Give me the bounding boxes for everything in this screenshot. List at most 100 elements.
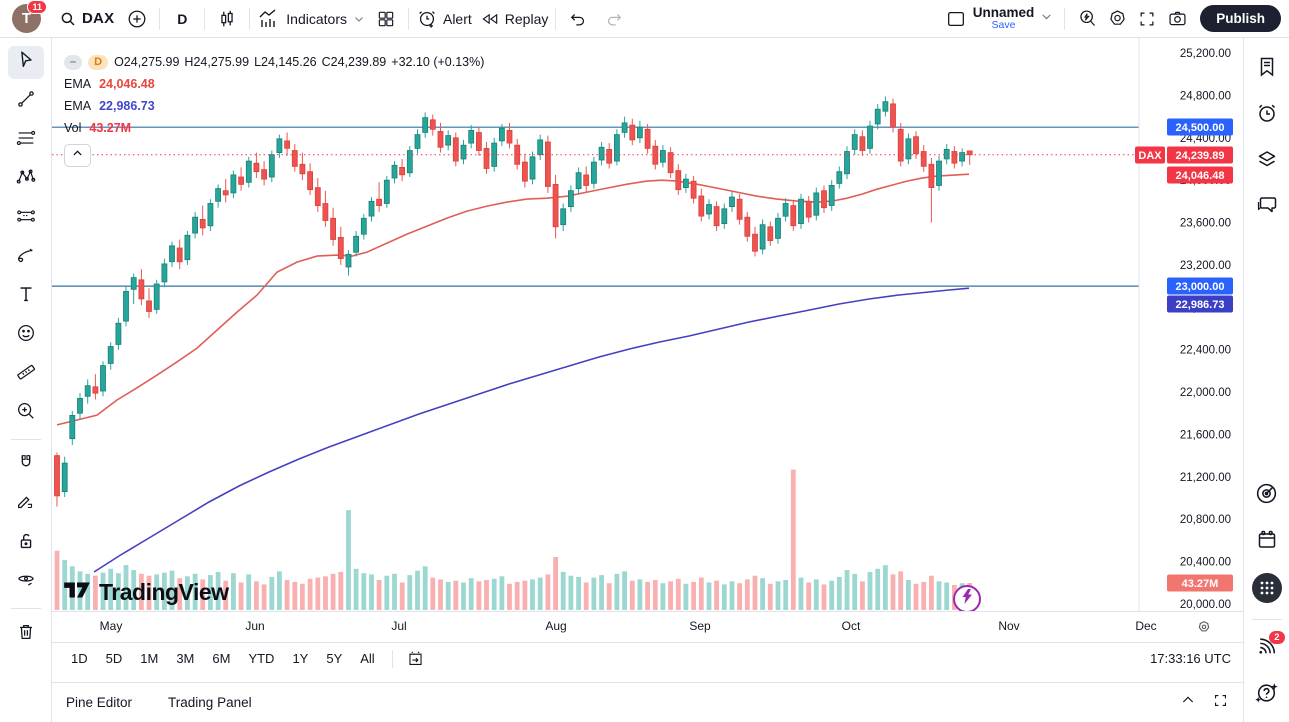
volume-value: 43.27M <box>89 121 131 135</box>
symbol-legend-row[interactable]: – D O24,275.99H24,275.99L24,145.26C24,23… <box>64 51 489 73</box>
scale-settings-icon[interactable] <box>1196 619 1212 640</box>
chart-settings-button[interactable] <box>1102 4 1132 34</box>
layout-select-button[interactable] <box>941 4 971 34</box>
fullscreen-button[interactable] <box>1132 4 1162 34</box>
replay-button[interactable]: Replay <box>480 4 549 34</box>
snapshot-button[interactable] <box>1162 4 1192 34</box>
sidebar-apps[interactable] <box>1248 569 1286 607</box>
tool-text[interactable] <box>8 280 44 313</box>
chart-panel: 25,200.0024,800.0024,400.0024,000.0023,6… <box>52 38 1243 722</box>
trend-line-icon <box>15 88 37 115</box>
range-button-all[interactable]: All <box>351 647 383 670</box>
tab-pine-editor[interactable]: Pine Editor <box>66 689 132 716</box>
go-to-date-icon <box>406 649 425 668</box>
tool-trend-line[interactable] <box>8 85 44 118</box>
time-axis[interactable]: MayJunJulAugSepOctNovDec <box>52 611 1243 642</box>
tool-brush[interactable] <box>8 241 44 274</box>
time-axis-label-dec: Dec <box>1135 619 1156 633</box>
axis-price-label: 43.27M <box>1167 575 1233 592</box>
range-button-1y[interactable]: 1Y <box>283 647 317 670</box>
tool-xabcd-pattern[interactable] <box>8 163 44 196</box>
instant-trading-button[interactable] <box>953 585 981 611</box>
chart-style-button[interactable] <box>212 4 242 34</box>
sidebar-alerts[interactable] <box>1248 96 1286 134</box>
sidebar-help[interactable] <box>1248 676 1286 714</box>
redo-button[interactable] <box>599 4 629 34</box>
tool-zoom-in[interactable] <box>8 397 44 430</box>
broadcast-count-badge: 2 <box>1269 631 1284 644</box>
range-button-3m[interactable]: 3M <box>167 647 203 670</box>
panel-maximize-icon[interactable] <box>1212 692 1229 714</box>
ema-fast-legend-row[interactable]: EMA 24,046.48 <box>64 73 489 95</box>
range-button-1d[interactable]: 1D <box>62 647 97 670</box>
bottom-tabs: Pine Editor Trading Panel <box>66 689 288 716</box>
compare-add-button[interactable] <box>122 4 152 34</box>
collapse-legend-icon <box>71 147 84 165</box>
alert-button[interactable]: Alert <box>416 4 472 34</box>
ema-slow-line[interactable] <box>94 288 969 572</box>
go-to-date-button[interactable] <box>401 647 431 671</box>
interval-button[interactable]: D <box>167 4 197 34</box>
axis-price-label: 24,046.48 <box>1167 167 1233 184</box>
tool-lock-all[interactable] <box>8 527 44 560</box>
panel-collapse-icon[interactable] <box>1180 692 1196 713</box>
collapse-legend-button[interactable] <box>64 144 91 167</box>
text-icon <box>15 283 37 310</box>
tab-trading-panel[interactable]: Trading Panel <box>168 689 252 716</box>
save-link[interactable]: Save <box>992 20 1016 31</box>
divider <box>249 8 250 30</box>
sidebar-watchlist[interactable] <box>1248 50 1286 88</box>
interval-label: D <box>177 11 187 27</box>
range-button-1m[interactable]: 1M <box>131 647 167 670</box>
templates-button[interactable] <box>371 4 401 34</box>
tool-hide-drawings[interactable] <box>8 566 44 599</box>
tool-remove-drawings[interactable] <box>8 618 44 651</box>
tool-measure[interactable] <box>8 358 44 391</box>
range-button-ytd[interactable]: YTD <box>239 647 283 670</box>
divider <box>11 439 41 440</box>
chevron-down-icon[interactable] <box>1040 10 1053 28</box>
quick-search-button[interactable] <box>1072 4 1102 34</box>
symbol-search-button[interactable]: DAX <box>51 4 122 34</box>
range-button-6m[interactable]: 6M <box>203 647 239 670</box>
chart-area[interactable]: 25,200.0024,800.0024,400.0024,000.0023,6… <box>52 38 1243 611</box>
svg-text:22,000.00: 22,000.00 <box>1180 387 1231 399</box>
clock-utc[interactable]: 17:33:16 UTC <box>1150 651 1231 666</box>
layout-name-menu[interactable]: Unnamed Save <box>973 6 1035 31</box>
indicators-icon <box>257 7 281 31</box>
sidebar-broadcasts[interactable]: 2 <box>1248 630 1286 668</box>
svg-text:21,200.00: 21,200.00 <box>1180 472 1231 484</box>
tool-cursor[interactable] <box>8 46 44 79</box>
tool-forecast[interactable] <box>8 202 44 235</box>
ruler-icon <box>15 361 37 388</box>
replay-icon <box>480 9 500 29</box>
range-button-5d[interactable]: 5D <box>97 647 132 670</box>
svg-text:22,400.00: 22,400.00 <box>1180 345 1231 357</box>
divider <box>159 8 160 30</box>
ema-slow-legend-row[interactable]: EMA 22,986.73 <box>64 95 489 117</box>
tool-magnet[interactable] <box>8 449 44 482</box>
publish-button[interactable]: Publish <box>1200 5 1281 32</box>
delayed-data-badge[interactable]: D <box>88 55 108 70</box>
range-button-5y[interactable]: 5Y <box>317 647 351 670</box>
ema-fast-line[interactable] <box>57 174 969 425</box>
drawing-mode-icon <box>15 491 37 518</box>
tool-emoji[interactable] <box>8 319 44 352</box>
volume-legend-row[interactable]: Vol 43.27M <box>64 117 489 139</box>
change-value: +32.10 (+0.13%) <box>391 55 484 69</box>
tool-drawing-mode[interactable] <box>8 488 44 521</box>
user-avatar[interactable]: T 11 <box>12 4 41 33</box>
undo-button[interactable] <box>563 4 593 34</box>
sidebar-calendar[interactable] <box>1248 523 1286 561</box>
sidebar-object-tree[interactable] <box>1248 142 1286 180</box>
trash-icon <box>15 621 37 648</box>
sidebar-chat[interactable] <box>1248 188 1286 226</box>
market-status-icon[interactable]: – <box>64 55 82 70</box>
screener-icon <box>1254 481 1279 511</box>
indicators-button[interactable]: Indicators <box>257 4 365 34</box>
right-sidebar: 2 <box>1243 38 1289 722</box>
sidebar-screener[interactable] <box>1248 477 1286 515</box>
settings-icon <box>1107 8 1128 29</box>
zoom-in-icon <box>15 400 37 427</box>
tool-fib-retracement[interactable] <box>8 124 44 157</box>
